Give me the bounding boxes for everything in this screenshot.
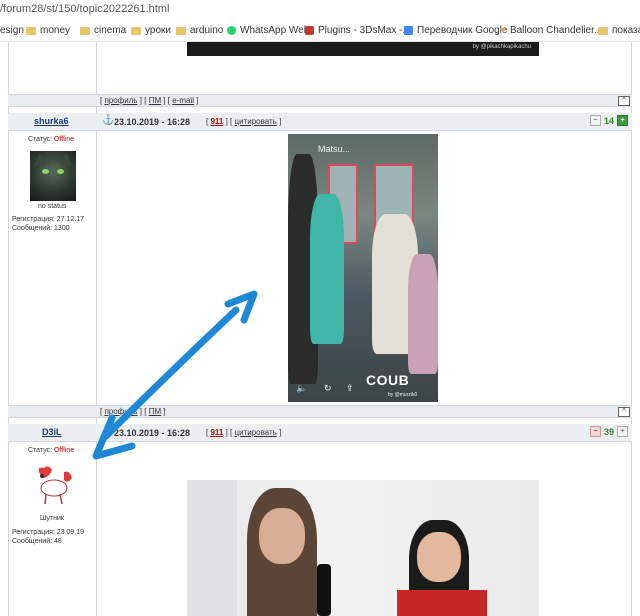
- bookmark-label: уроки: [145, 25, 171, 36]
- folder-icon: [131, 26, 141, 35]
- address-bar[interactable]: /forum28/st/150/topic2022261.html: [0, 0, 640, 20]
- bookmark-label: Переводчик Google: [417, 25, 508, 36]
- google-translate-icon: [404, 26, 413, 35]
- plugins-icon: [305, 26, 314, 35]
- bookmark-esign[interactable]: esign: [0, 25, 24, 36]
- annotation-arrow: [92, 290, 258, 460]
- bookmark-arduino[interactable]: arduino: [176, 25, 223, 36]
- url-text: /forum28/st/150/topic2022261.html: [0, 3, 170, 15]
- folder-icon: [176, 26, 186, 35]
- bookmarks-bar: esign money cinema уроки arduino WhatsAp…: [0, 20, 640, 42]
- bookmark-label: money: [40, 25, 71, 36]
- folder-icon: [26, 26, 36, 35]
- bookmark-label: arduino: [190, 25, 224, 36]
- bookmark-label: Plugins - 3DsMax -...: [318, 25, 411, 36]
- bookmark-label: показа: [612, 25, 640, 36]
- bookmark-cinema[interactable]: cinema: [80, 25, 126, 36]
- heart-icon: ♥: [500, 25, 506, 36]
- bookmark-label: WhatsApp Web: [240, 25, 310, 36]
- folder-icon: [598, 26, 608, 35]
- bookmark-label: cinema: [94, 25, 127, 36]
- bookmark-uroki[interactable]: уроки: [131, 25, 171, 36]
- bookmark-label: Balloon Chandelier...: [509, 25, 603, 36]
- bookmark-pokaza[interactable]: показа: [598, 25, 640, 36]
- bookmark-google-translate[interactable]: Переводчик Google: [404, 25, 507, 36]
- bookmark-money[interactable]: money: [26, 25, 70, 36]
- bookmark-whatsapp[interactable]: WhatsApp Web: [227, 25, 309, 36]
- folder-icon: [80, 26, 90, 35]
- bookmark-balloon[interactable]: ♥ Balloon Chandelier...: [500, 25, 602, 36]
- forum-page: by @pikachkapikachu [ профиль ] [ ПМ ] […: [0, 42, 640, 616]
- bookmark-plugins[interactable]: Plugins - 3DsMax -...: [305, 25, 411, 36]
- whatsapp-icon: [227, 26, 236, 35]
- bookmark-label: esign: [0, 25, 24, 36]
